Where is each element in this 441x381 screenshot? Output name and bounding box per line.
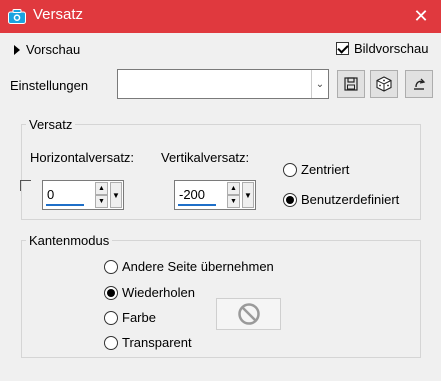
title-bar: Versatz ✕ — [0, 0, 441, 33]
vertical-offset-spinner[interactable]: -200 ▲ ▼ ▼ — [174, 180, 256, 210]
dropdown-arrow-icon[interactable]: ▼ — [110, 182, 122, 208]
radio-centered[interactable]: Zentriert — [283, 162, 349, 177]
radio-custom[interactable]: Benutzerdefiniert — [283, 192, 399, 207]
increment-icon[interactable]: ▲ — [95, 182, 108, 195]
no-entry-icon — [237, 303, 260, 325]
camera-icon — [8, 9, 26, 24]
radio-wrap-label: Andere Seite übernehmen — [122, 259, 274, 274]
radio-icon[interactable] — [104, 310, 118, 325]
randomize-button[interactable] — [370, 70, 398, 98]
save-preset-button[interactable] — [337, 70, 365, 98]
presets-dropdown[interactable]: ⌄ — [117, 69, 329, 99]
radio-repeat[interactable]: Wiederholen — [104, 285, 195, 300]
window-title: Versatz — [33, 6, 84, 23]
color-picker-button[interactable] — [216, 298, 281, 330]
radio-transparent[interactable]: Transparent — [104, 335, 192, 350]
preview-toggle-label: Vorschau — [26, 42, 81, 57]
increment-icon[interactable]: ▲ — [227, 182, 240, 195]
radio-icon[interactable] — [283, 192, 297, 207]
close-button[interactable]: ✕ — [401, 0, 441, 33]
radio-icon[interactable] — [104, 335, 118, 350]
vertical-offset-label: Vertikalversatz: — [161, 150, 250, 165]
radio-icon[interactable] — [283, 162, 297, 177]
edge-mode-group-title: Kantenmodus — [26, 233, 113, 248]
horizontal-offset-slider-bar[interactable] — [46, 204, 84, 206]
radio-repeat-label: Wiederholen — [122, 285, 195, 300]
radio-transparent-label: Transparent — [122, 335, 192, 350]
radio-icon[interactable] — [104, 259, 118, 274]
radio-color[interactable]: Farbe — [104, 310, 156, 325]
horizontal-offset-value[interactable]: 0 — [47, 187, 54, 202]
vertical-offset-value[interactable]: -200 — [179, 187, 205, 202]
dice-icon — [376, 76, 392, 92]
radio-custom-label: Benutzerdefiniert — [301, 192, 400, 207]
image-preview-check-icon[interactable] — [336, 42, 349, 55]
offset-group-title: Versatz — [26, 117, 76, 132]
reset-icon — [414, 78, 426, 90]
expand-triangle-icon — [14, 44, 20, 55]
radio-icon[interactable] — [104, 285, 118, 300]
chevron-down-icon[interactable]: ⌄ — [311, 70, 328, 98]
decrement-icon[interactable]: ▼ — [227, 195, 240, 208]
image-preview-checkbox[interactable]: Bildvorschau — [336, 41, 428, 56]
save-icon — [344, 77, 358, 91]
link-bracket-icon — [20, 180, 31, 191]
radio-wrap[interactable]: Andere Seite übernehmen — [104, 259, 274, 274]
radio-color-label: Farbe — [122, 310, 156, 325]
radio-centered-label: Zentriert — [301, 162, 350, 177]
vertical-offset-slider-bar[interactable] — [178, 204, 216, 206]
decrement-icon[interactable]: ▼ — [95, 195, 108, 208]
image-preview-label: Bildvorschau — [354, 41, 429, 56]
preview-toggle[interactable]: Vorschau — [12, 42, 80, 57]
dropdown-arrow-icon[interactable]: ▼ — [242, 182, 254, 208]
horizontal-offset-label: Horizontalversatz: — [30, 150, 135, 165]
close-icon: ✕ — [413, 6, 429, 26]
horizontal-offset-spinner[interactable]: 0 ▲ ▼ ▼ — [42, 180, 124, 210]
reset-button[interactable] — [405, 70, 433, 98]
presets-label: Einstellungen — [10, 78, 89, 93]
